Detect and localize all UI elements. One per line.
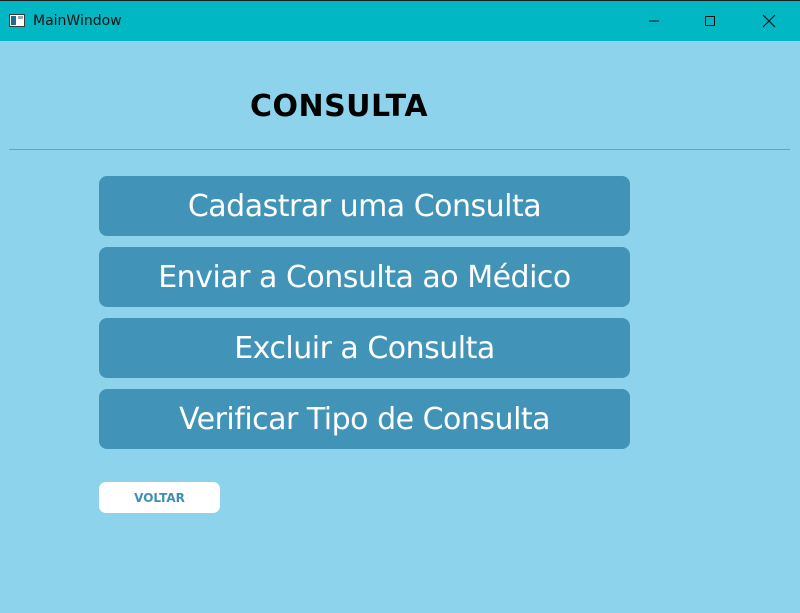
maximize-button[interactable] [681, 1, 739, 41]
title-bar[interactable]: MainWindow [0, 1, 800, 41]
window-title: MainWindow [33, 13, 122, 29]
send-consultation-to-doctor-button[interactable]: Enviar a Consulta ao Médico [99, 247, 630, 307]
check-consultation-type-button[interactable]: Verificar Tipo de Consulta [99, 389, 630, 449]
register-consultation-button[interactable]: Cadastrar uma Consulta [99, 176, 630, 236]
maximize-icon [705, 16, 715, 26]
minimize-button[interactable] [625, 1, 683, 41]
page-title: CONSULTA [249, 89, 429, 124]
app-icon [9, 14, 25, 27]
delete-consultation-button[interactable]: Excluir a Consulta [99, 318, 630, 378]
header-divider [9, 149, 790, 150]
back-button[interactable]: VOLTAR [99, 482, 220, 513]
main-window: MainWindow CONSULTA Cadastrar uma Consul… [0, 0, 800, 613]
minimize-icon [649, 20, 659, 22]
close-button[interactable] [740, 1, 798, 41]
close-icon [762, 14, 776, 28]
